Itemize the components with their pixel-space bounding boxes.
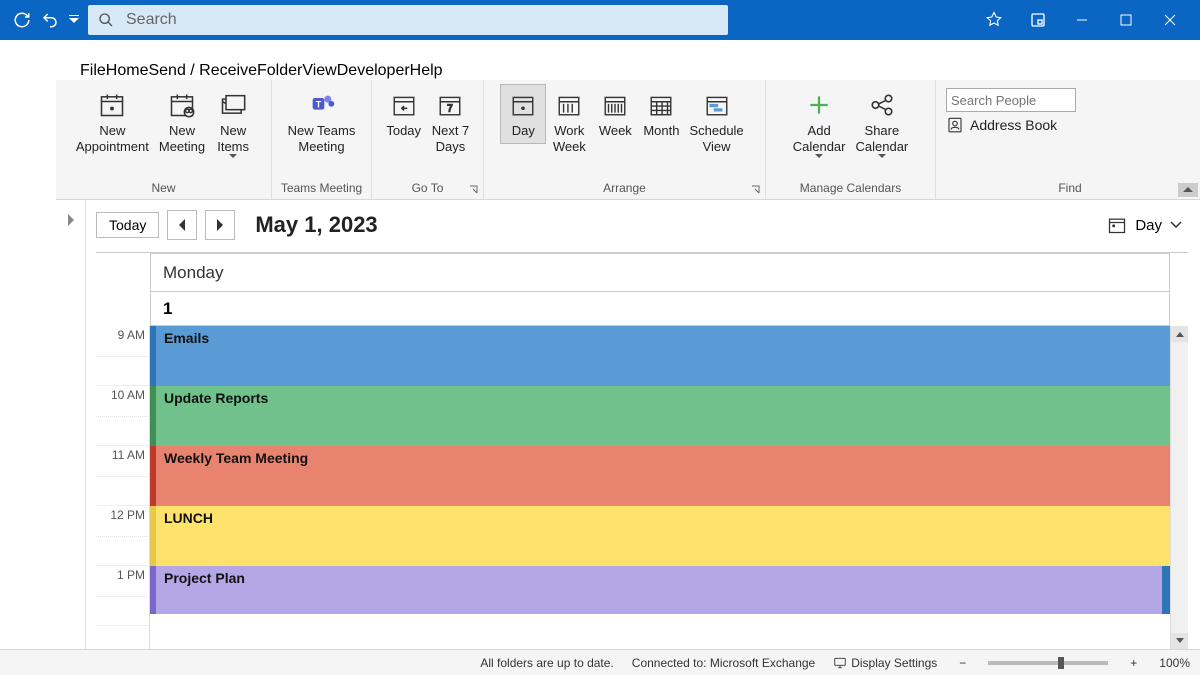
view-dropdown[interactable]: Day bbox=[1101, 211, 1188, 239]
display-icon bbox=[833, 656, 847, 670]
svg-text:7: 7 bbox=[448, 104, 453, 115]
search-box[interactable]: Search bbox=[88, 5, 728, 35]
chevron-down-icon bbox=[229, 154, 237, 159]
events-column[interactable]: EmailsUpdate ReportsWeekly Team MeetingL… bbox=[150, 326, 1170, 649]
group-label-teams: Teams Meeting bbox=[281, 179, 362, 199]
goto-next7-button[interactable]: 7Next 7 Days bbox=[427, 84, 475, 159]
tab-home[interactable]: Home bbox=[106, 62, 149, 80]
new-meeting-button[interactable]: New Meeting bbox=[154, 84, 210, 159]
calendar-header: Today May 1, 2023 Day bbox=[96, 210, 1188, 240]
calendar-area: Today May 1, 2023 Day Monday 1 9 A bbox=[56, 200, 1200, 649]
address-book-button[interactable]: Address Book bbox=[946, 116, 1057, 134]
group-label-arrange: Arrange bbox=[603, 179, 646, 199]
chevron-down-icon bbox=[815, 154, 823, 159]
zoom-in-button[interactable]: + bbox=[1126, 656, 1141, 670]
titlebar: Search bbox=[0, 0, 1200, 40]
scroll-down-icon[interactable] bbox=[1171, 633, 1188, 649]
collapse-ribbon-button[interactable] bbox=[1178, 183, 1198, 197]
close-button[interactable] bbox=[1148, 0, 1192, 40]
calendar-event[interactable]: LUNCH bbox=[150, 506, 1170, 566]
tab-developer[interactable]: Developer bbox=[337, 62, 410, 80]
time-label: 11 AM bbox=[96, 446, 149, 506]
next-button[interactable] bbox=[205, 210, 235, 240]
folder-pane-collapsed[interactable] bbox=[56, 200, 86, 649]
minimize-button[interactable] bbox=[1060, 0, 1104, 40]
zoom-out-button[interactable]: − bbox=[955, 656, 970, 670]
calendar-event[interactable]: Update Reports bbox=[150, 386, 1170, 446]
prev-button[interactable] bbox=[167, 210, 197, 240]
tab-help[interactable]: Help bbox=[410, 62, 443, 80]
tab-folder[interactable]: Folder bbox=[257, 62, 302, 80]
address-book-icon bbox=[946, 116, 964, 134]
chevron-right-icon bbox=[66, 214, 76, 226]
tab-file[interactable]: File bbox=[80, 62, 106, 80]
tab-view[interactable]: View bbox=[302, 62, 336, 80]
arrange-schedule-button[interactable]: Schedule View bbox=[684, 84, 748, 159]
add-calendar-button[interactable]: Add Calendar bbox=[788, 84, 851, 164]
display-settings-button[interactable]: Display Settings bbox=[833, 656, 937, 670]
new-items-button[interactable]: New Items bbox=[210, 84, 256, 164]
calendar-grid: Monday 1 9 AM 10 AM 11 AM 12 PM 1 PM Ema… bbox=[96, 252, 1188, 649]
scroll-up-icon[interactable] bbox=[1171, 326, 1188, 342]
arrange-week-button[interactable]: Week bbox=[592, 84, 638, 144]
dialog-launcher-icon[interactable] bbox=[469, 185, 479, 195]
zoom-level: 100% bbox=[1159, 656, 1190, 670]
calendar-title: May 1, 2023 bbox=[255, 212, 377, 238]
undo-icon[interactable] bbox=[36, 6, 64, 34]
arrange-month-button[interactable]: Month bbox=[638, 84, 684, 144]
scrollbar[interactable] bbox=[1170, 326, 1188, 649]
time-column: 9 AM 10 AM 11 AM 12 PM 1 PM bbox=[96, 326, 150, 649]
time-label: 10 AM bbox=[96, 386, 149, 446]
tab-send-receive[interactable]: Send / Receive bbox=[148, 62, 257, 80]
arrange-workweek-button[interactable]: Work Week bbox=[546, 84, 592, 159]
premium-icon[interactable] bbox=[972, 0, 1016, 40]
coming-soon-icon[interactable] bbox=[1016, 0, 1060, 40]
zoom-slider[interactable] bbox=[988, 661, 1108, 665]
qat-customize-icon[interactable] bbox=[64, 15, 84, 25]
svg-text:T: T bbox=[315, 99, 321, 109]
calendar-icon bbox=[1107, 215, 1127, 235]
calendar-event[interactable]: Project Plan bbox=[150, 566, 1170, 614]
time-label: 1 PM bbox=[96, 566, 149, 626]
ribbon: New Appointment New Meeting New Items Ne… bbox=[56, 80, 1200, 200]
calendar-event[interactable]: Emails bbox=[150, 326, 1170, 386]
chevron-down-icon bbox=[1170, 221, 1182, 229]
status-connection: Connected to: Microsoft Exchange bbox=[632, 656, 815, 670]
day-number: 1 bbox=[151, 292, 1169, 326]
goto-today-button[interactable]: Today bbox=[381, 84, 427, 144]
calendar-event[interactable]: Weekly Team Meeting bbox=[150, 446, 1170, 506]
share-calendar-button[interactable]: Share Calendar bbox=[851, 84, 914, 164]
search-placeholder: Search bbox=[126, 11, 177, 29]
group-label-new: New bbox=[151, 179, 175, 199]
statusbar: All folders are up to date. Connected to… bbox=[0, 649, 1200, 675]
maximize-button[interactable] bbox=[1104, 0, 1148, 40]
time-label: 9 AM bbox=[96, 326, 149, 386]
arrange-day-button[interactable]: Day bbox=[500, 84, 546, 144]
status-folders: All folders are up to date. bbox=[480, 656, 613, 670]
group-label-manage: Manage Calendars bbox=[800, 179, 901, 199]
time-label: 12 PM bbox=[96, 506, 149, 566]
group-label-find: Find bbox=[1058, 179, 1081, 199]
dialog-launcher-icon[interactable] bbox=[751, 185, 761, 195]
new-appointment-button[interactable]: New Appointment bbox=[71, 84, 154, 159]
new-teams-meeting-button[interactable]: TNew Teams Meeting bbox=[283, 84, 361, 159]
menu-tabs: File Home Send / Receive Folder View Dev… bbox=[0, 40, 1200, 80]
today-button[interactable]: Today bbox=[96, 212, 159, 238]
day-name: Monday bbox=[151, 254, 1169, 292]
chevron-down-icon bbox=[878, 154, 886, 159]
search-icon bbox=[98, 12, 114, 28]
search-people-input[interactable] bbox=[946, 88, 1076, 112]
group-label-goto: Go To bbox=[412, 179, 444, 199]
sync-icon[interactable] bbox=[8, 6, 36, 34]
